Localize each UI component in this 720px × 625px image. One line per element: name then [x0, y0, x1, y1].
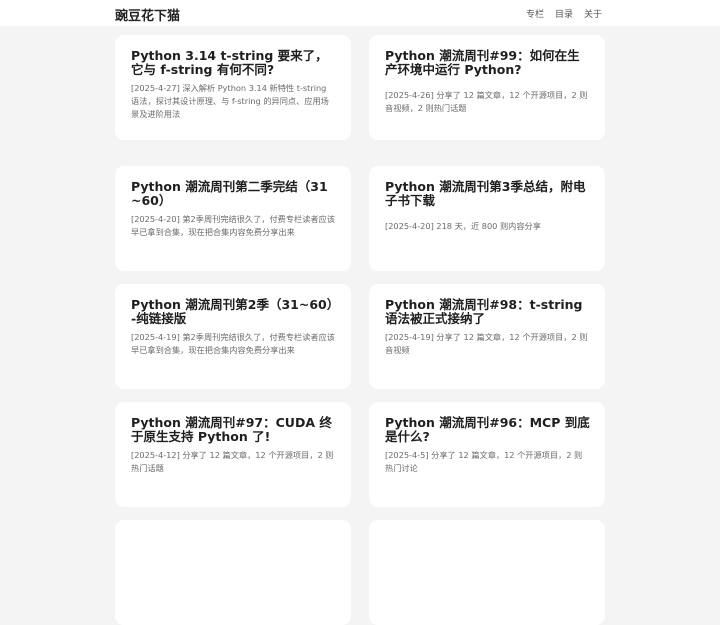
post-card[interactable]: Python 潮流周刊#96：MCP 到底是什么? [2025-4-5] 分享了… [369, 402, 605, 507]
post-title[interactable]: Python 潮流周刊第2季（31~60）-纯链接版 [131, 298, 336, 326]
post-card[interactable]: Python 潮流周刊第2季（31~60）-纯链接版 [2025-4-19] 第… [115, 284, 351, 389]
post-card[interactable]: Python 潮流周刊#97：CUDA 终于原生支持 Python 了! [20… [115, 402, 351, 507]
site-title-link[interactable]: 豌豆花下猫 [115, 5, 180, 24]
post-card[interactable]: Python 3.14 t-string 要来了，它与 f-string 有何不… [115, 35, 351, 140]
post-card[interactable]: Python 潮流周刊#98：t-string 语法被正式接纳了 [2025-4… [369, 284, 605, 389]
top-nav-bar: 豌豆花下猫 专栏 目录 关于 [0, 0, 720, 26]
post-summary: [2025-4-19] 分享了 12 篇文章，12 个开源项目，2 则音视频 [385, 332, 588, 355]
post-title[interactable]: Python 潮流周刊第二季完结（31~60） [131, 180, 336, 208]
post-title[interactable]: Python 潮流周刊#97：CUDA 终于原生支持 Python 了! [131, 416, 336, 444]
nav-link-contents[interactable]: 目录 [555, 7, 573, 20]
post-summary: [2025-4-5] 分享了 12 篇文章，12 个开源项目，2 则热门讨论 [385, 450, 583, 473]
post-title[interactable]: Python 潮流周刊第3季总结，附电子书下载 [385, 180, 590, 208]
post-card[interactable]: Python 潮流周刊第3季总结，附电子书下载 [2025-4-20] 218 … [369, 166, 605, 271]
post-summary: [2025-4-20] 第2季周刊完结很久了，付费专栏读者应该早已拿到合集，现在… [131, 214, 335, 237]
post-title[interactable]: Python 潮流周刊#98：t-string 语法被正式接纳了 [385, 298, 590, 326]
post-summary: [2025-4-26] 分享了 12 篇文章，12 个开源项目，2 则音视频，2… [385, 90, 588, 113]
post-title[interactable]: Python 潮流周刊#99：如何在生产环境中运行 Python? [385, 49, 590, 77]
post-title[interactable]: Python 3.14 t-string 要来了，它与 f-string 有何不… [131, 49, 336, 77]
post-title[interactable]: Python 潮流周刊#96：MCP 到底是什么? [385, 416, 590, 444]
post-card-partial[interactable] [369, 520, 605, 625]
post-summary: [2025-4-19] 第2季周刊完结很久了，付费专栏读者应该早已拿到合集，现在… [131, 332, 335, 355]
nav-link-about[interactable]: 关于 [584, 7, 602, 20]
post-card[interactable]: Python 潮流周刊第二季完结（31~60） [2025-4-20] 第2季周… [115, 166, 351, 271]
post-summary: [2025-4-20] 218 天，近 800 则内容分享 [385, 221, 541, 231]
post-summary: [2025-4-12] 分享了 12 篇文章，12 个开源项目，2 则热门话题 [131, 450, 334, 473]
post-card[interactable]: Python 潮流周刊#99：如何在生产环境中运行 Python? [2025-… [369, 35, 605, 140]
post-card-partial[interactable] [115, 520, 351, 625]
nav-link-columns[interactable]: 专栏 [526, 7, 544, 20]
post-summary: [2025-4-27] 深入解析 Python 3.14 新特性 t-strin… [131, 83, 329, 119]
